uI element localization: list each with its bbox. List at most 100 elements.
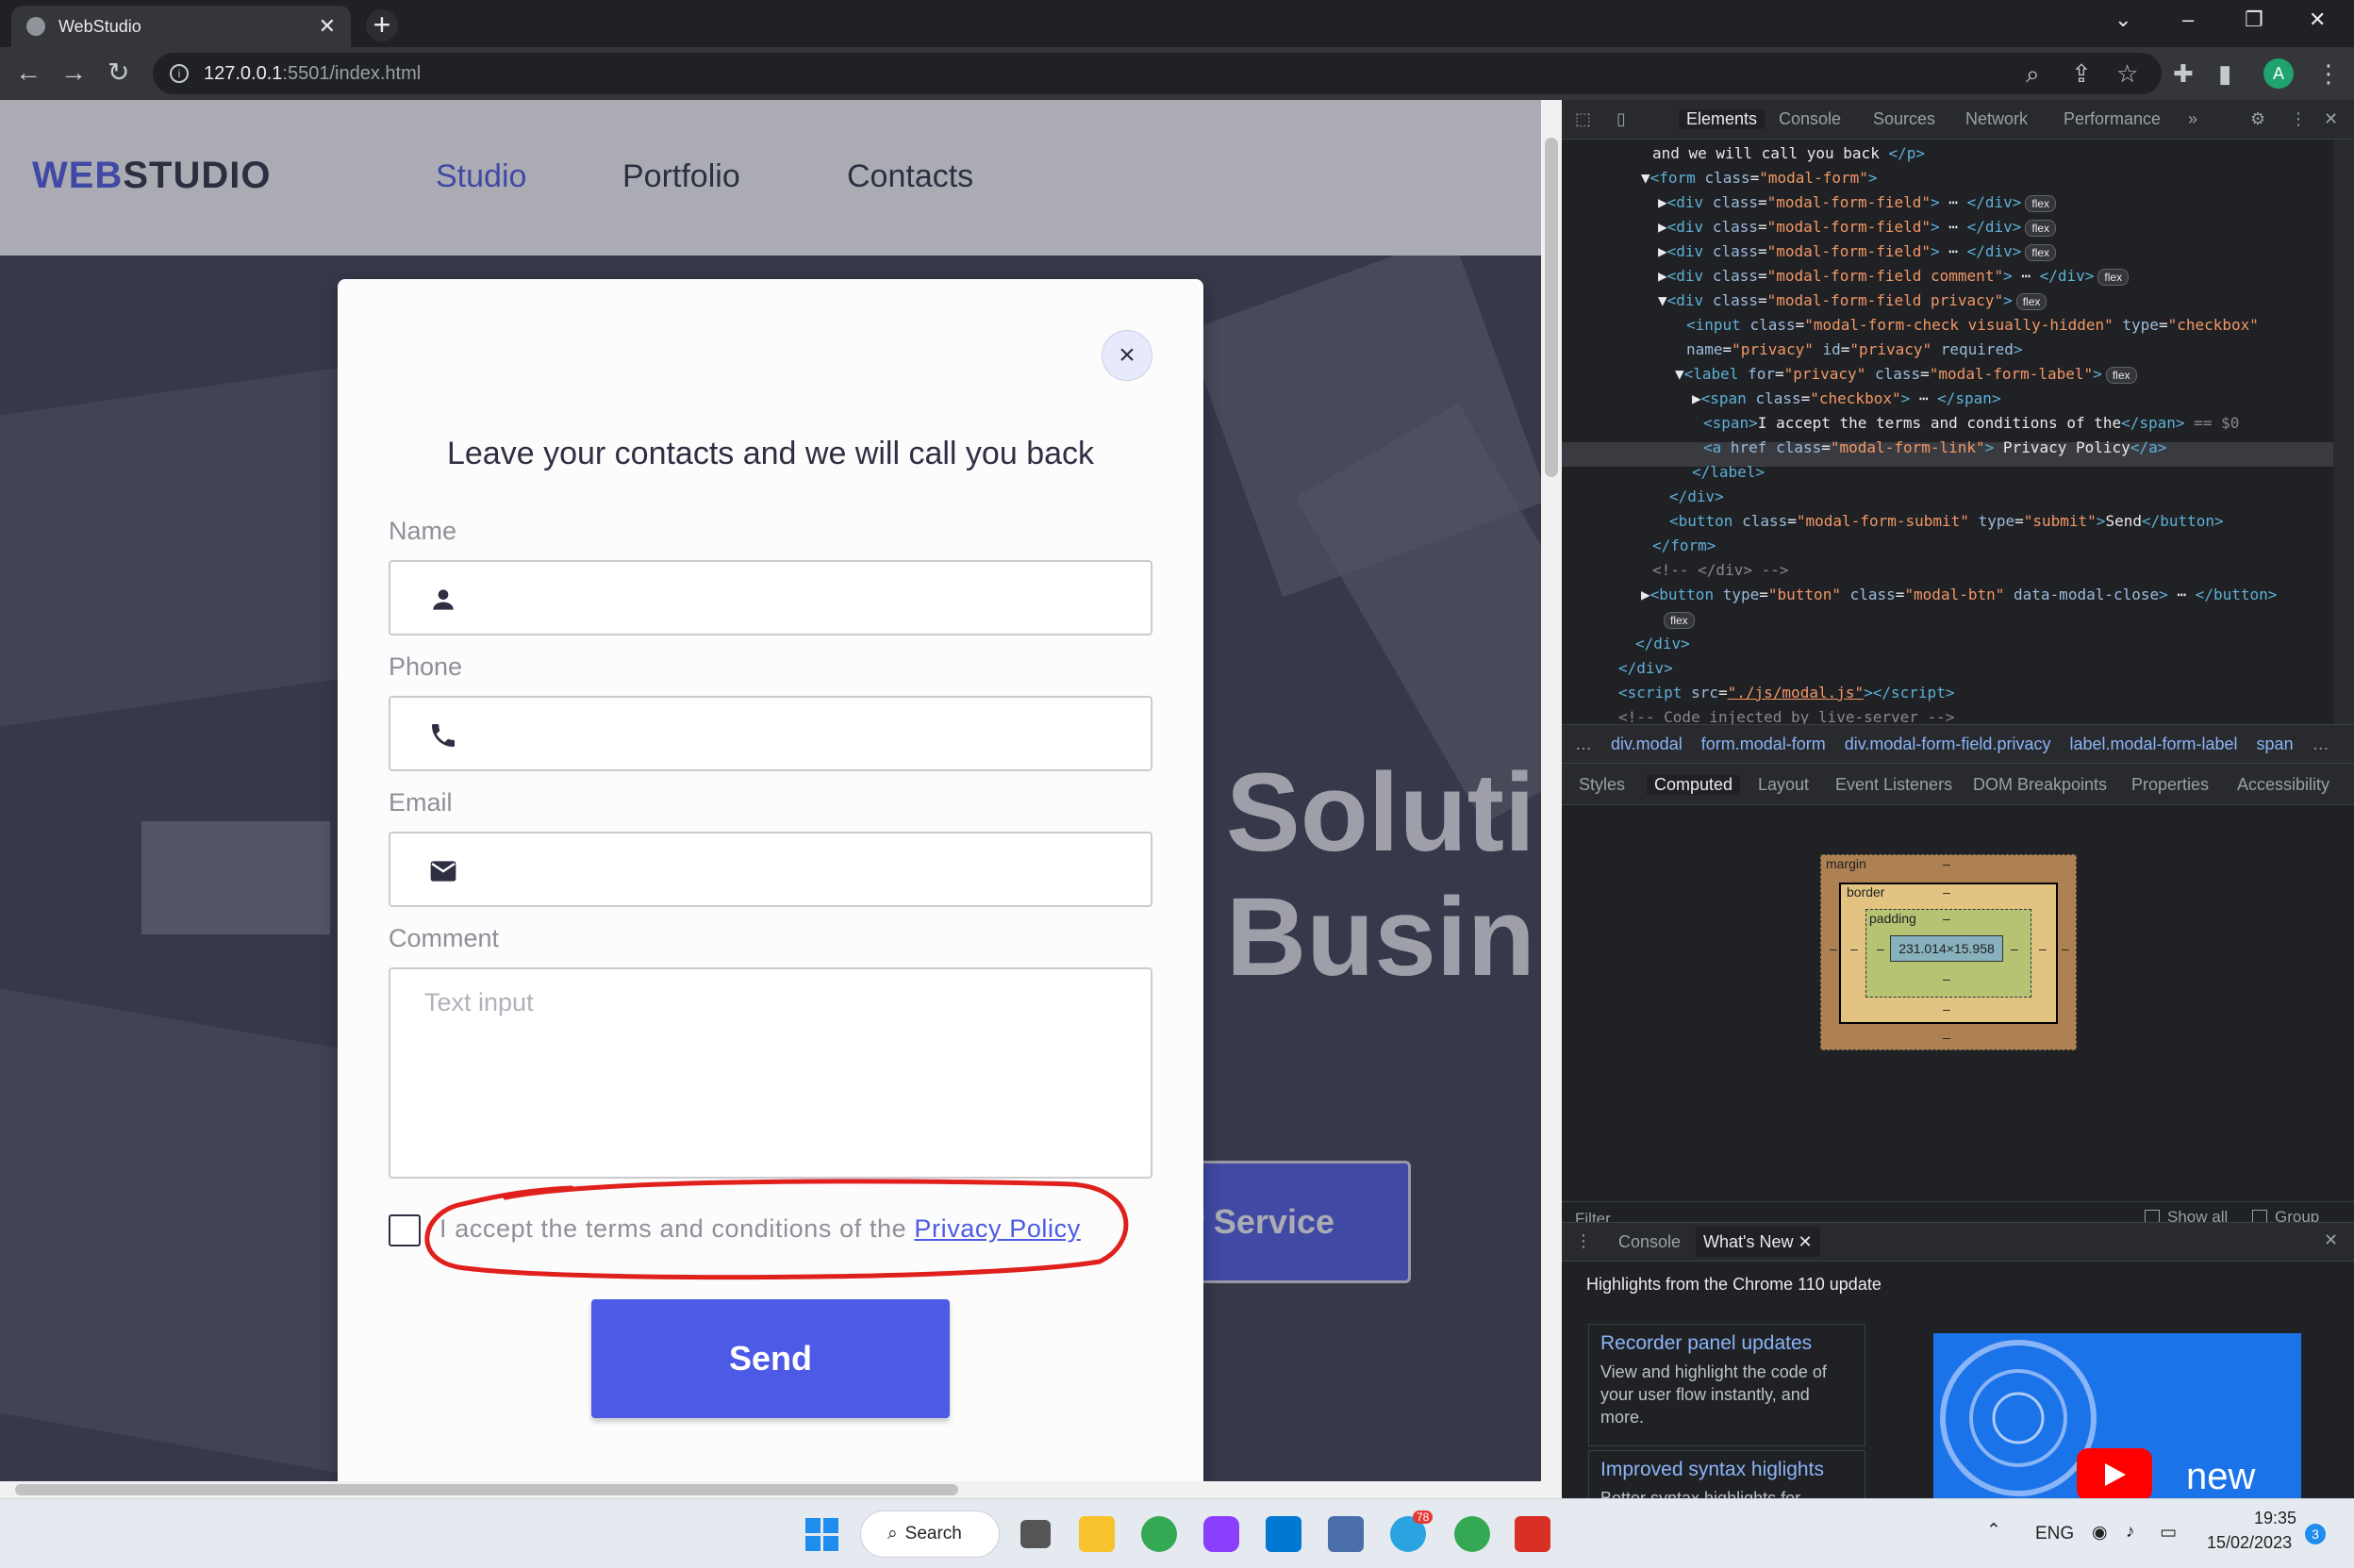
- language-indicator[interactable]: ENG: [2035, 1524, 2074, 1544]
- forward-icon[interactable]: →: [60, 58, 87, 87]
- close-window-icon[interactable]: ✕: [2309, 8, 2326, 32]
- phone-input[interactable]: [389, 696, 1152, 771]
- drawer-tab-console[interactable]: Console: [1618, 1232, 1681, 1252]
- breadcrumb-ellipsis[interactable]: …: [1575, 734, 1592, 754]
- close-tab-icon[interactable]: ✕: [319, 14, 336, 39]
- tab-event-listeners[interactable]: Event Listeners: [1835, 775, 1952, 795]
- whats-new-card[interactable]: Recorder panel updates View and highligh…: [1588, 1324, 1865, 1446]
- tab-performance[interactable]: Performance: [2064, 109, 2161, 129]
- bookmark-star-icon[interactable]: ☆: [2116, 59, 2138, 88]
- breadcrumb-item[interactable]: form.modal-form: [1701, 734, 1826, 754]
- task-view-icon[interactable]: [1020, 1520, 1051, 1548]
- tab-sources[interactable]: Sources: [1873, 109, 1935, 129]
- dom-line[interactable]: <script src="./js/modal.js"></script>: [1618, 681, 1954, 705]
- breadcrumb-item[interactable]: div.modal-form-field.privacy: [1845, 734, 2051, 754]
- profile-avatar[interactable]: A: [2263, 58, 2294, 89]
- dom-line[interactable]: name="privacy" id="privacy" required>: [1686, 338, 2022, 362]
- extensions-icon[interactable]: ✚: [2173, 59, 2194, 88]
- tab-accessibility[interactable]: Accessibility: [2237, 775, 2329, 795]
- card-title[interactable]: Recorder panel updates: [1600, 1332, 1853, 1355]
- scrollbar-thumb[interactable]: [15, 1484, 958, 1495]
- site-info-icon[interactable]: i: [170, 64, 189, 83]
- whats-new-video-thumbnail[interactable]: new: [1933, 1333, 2301, 1522]
- dom-line[interactable]: ▼<label for="privacy" class="modal-form-…: [1675, 362, 2137, 387]
- github-desktop-icon[interactable]: [1203, 1516, 1239, 1552]
- devtools-menu-icon[interactable]: ⋮: [2290, 109, 2307, 129]
- dom-line[interactable]: </label>: [1692, 460, 1765, 485]
- dom-line[interactable]: ▶<div class="modal-form-field"> ⋯ </div>…: [1658, 190, 2057, 215]
- tray-chevron-icon[interactable]: ⌃: [1986, 1520, 2001, 1542]
- menu-kebab-icon[interactable]: ⋮: [2316, 59, 2341, 88]
- page-horizontal-scrollbar[interactable]: [0, 1481, 1541, 1498]
- tab-properties[interactable]: Properties: [2131, 775, 2209, 795]
- send-button[interactable]: Send: [591, 1299, 950, 1418]
- breadcrumb-ellipsis[interactable]: …: [2313, 734, 2329, 754]
- dom-line[interactable]: <!-- Code injected by live-server -->: [1618, 705, 1954, 724]
- tab-elements[interactable]: Elements: [1679, 109, 1766, 129]
- side-panel-icon[interactable]: ▮: [2218, 59, 2231, 88]
- box-model-content[interactable]: 231.014×15.958: [1890, 935, 2003, 962]
- dom-line[interactable]: ▼<form class="modal-form">: [1641, 166, 1878, 190]
- chrome-icon[interactable]: [1141, 1516, 1177, 1552]
- tab-layout[interactable]: Layout: [1758, 775, 1809, 795]
- address-bar[interactable]: i 127.0.0.1:5501/index.html: [153, 53, 2162, 94]
- elements-scrollbar[interactable]: [2333, 140, 2354, 724]
- dom-line[interactable]: <!-- </div> -->: [1652, 558, 1789, 583]
- dom-line[interactable]: </form>: [1652, 534, 1716, 558]
- dom-line[interactable]: and we will call you back </p>: [1652, 141, 1925, 166]
- tab-console[interactable]: Console: [1779, 109, 1841, 129]
- tab-dom-breakpoints[interactable]: DOM Breakpoints: [1973, 775, 2107, 795]
- vscode-icon[interactable]: [1266, 1516, 1301, 1552]
- email-input[interactable]: [389, 832, 1152, 907]
- close-modal-button[interactable]: ×: [1102, 330, 1152, 381]
- minimize-icon[interactable]: –: [2182, 8, 2194, 32]
- dom-line[interactable]: <button class="modal-form-submit" type="…: [1669, 509, 2224, 534]
- drawer-tab-whats-new[interactable]: What's New ✕: [1696, 1227, 1820, 1257]
- dom-line[interactable]: <a href class="modal-form-link"> Privacy…: [1703, 436, 2166, 460]
- settings-gear-icon[interactable]: ⚙: [2250, 109, 2265, 129]
- dom-line[interactable]: <input class="modal-form-check visually-…: [1686, 313, 2259, 338]
- calculator-icon[interactable]: [1328, 1516, 1364, 1552]
- taskbar-search[interactable]: ⌕ Search: [860, 1510, 1000, 1558]
- privacy-checkbox[interactable]: [389, 1214, 421, 1246]
- back-icon[interactable]: ←: [15, 58, 41, 87]
- elements-tree[interactable]: and we will call you back </p> ▼<form cl…: [1562, 140, 2333, 724]
- dom-line[interactable]: ▶<div class="modal-form-field comment"> …: [1658, 264, 2130, 289]
- restore-icon[interactable]: ❐: [2245, 8, 2263, 32]
- dom-line[interactable]: ▶<button type="button" class="modal-btn"…: [1641, 583, 2277, 607]
- dom-line[interactable]: </div>: [1635, 632, 1690, 656]
- tab-search-icon[interactable]: ⌄: [2114, 8, 2131, 32]
- windows-start-icon[interactable]: [805, 1518, 839, 1552]
- close-tab-icon[interactable]: ✕: [1798, 1232, 1812, 1251]
- clock-time[interactable]: 19:35: [2254, 1509, 2296, 1528]
- card-title[interactable]: Improved syntax higlights: [1600, 1459, 1853, 1481]
- chrome-active-icon[interactable]: [1454, 1516, 1490, 1552]
- dom-line-selected[interactable]: <span>I accept the terms and conditions …: [1703, 411, 2239, 436]
- scrollbar-thumb[interactable]: [1545, 138, 1558, 477]
- dom-line[interactable]: </div>: [1669, 485, 1724, 509]
- drawer-menu-icon[interactable]: ⋮: [1575, 1231, 1592, 1251]
- browser-tab[interactable]: WebStudio ✕: [11, 6, 351, 47]
- comment-textarea[interactable]: Text input: [389, 967, 1152, 1179]
- volume-icon[interactable]: ♪: [2126, 1522, 2135, 1543]
- close-devtools-icon[interactable]: ✕: [2324, 109, 2338, 129]
- more-tabs-icon[interactable]: »: [2188, 109, 2197, 129]
- share-icon[interactable]: ⇪: [2071, 59, 2092, 88]
- clock-date[interactable]: 15/02/2023: [2207, 1533, 2292, 1553]
- breadcrumb-item[interactable]: span: [2257, 734, 2294, 754]
- name-input[interactable]: [389, 560, 1152, 635]
- dom-line[interactable]: flex: [1660, 607, 1695, 632]
- battery-icon[interactable]: ▭: [2160, 1522, 2177, 1543]
- notification-count-badge[interactable]: 3: [2305, 1524, 2326, 1544]
- dom-line[interactable]: ▼<div class="modal-form-field privacy"> f…: [1658, 289, 2047, 313]
- file-explorer-icon[interactable]: [1079, 1516, 1115, 1552]
- breadcrumb-item[interactable]: label.modal-form-label: [2069, 734, 2237, 754]
- reload-icon[interactable]: ↻: [108, 58, 129, 87]
- dom-line[interactable]: ▶<div class="modal-form-field"> ⋯ </div>…: [1658, 215, 2057, 239]
- wifi-icon[interactable]: ◉: [2092, 1522, 2108, 1543]
- dom-line[interactable]: ▶<div class="modal-form-field"> ⋯ </div>…: [1658, 239, 2057, 264]
- zoom-icon[interactable]: ⌕: [2026, 59, 2040, 88]
- breadcrumb-item[interactable]: div.modal: [1611, 734, 1683, 754]
- dom-line[interactable]: ▶<span class="checkbox"> ⋯ </span>: [1692, 387, 2001, 411]
- tab-network[interactable]: Network: [1965, 109, 2028, 129]
